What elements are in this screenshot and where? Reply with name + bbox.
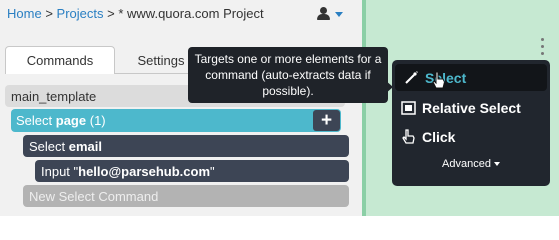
breadcrumb: Home > Projects > * www.quora.com Projec… bbox=[7, 6, 264, 21]
new-select-label: New Select Command bbox=[29, 188, 159, 204]
left-panel: Home > Projects > * www.quora.com Projec… bbox=[0, 0, 362, 216]
wand-icon bbox=[403, 70, 419, 86]
tab-settings[interactable]: Settings bbox=[128, 46, 194, 74]
app-window: Home > Projects > * www.quora.com Projec… bbox=[0, 0, 559, 216]
tooltip-text: Targets one or more elements for a comma… bbox=[194, 52, 382, 98]
menu-item-relative-select[interactable]: Relative Select bbox=[392, 94, 550, 121]
cursor-hand-icon bbox=[432, 71, 446, 89]
user-icon-body bbox=[317, 14, 330, 20]
tab-commands[interactable]: Commands bbox=[5, 46, 115, 74]
advanced-label: Advanced bbox=[442, 158, 491, 170]
breadcrumb-separator: > bbox=[45, 6, 53, 21]
tooltip: Targets one or more elements for a comma… bbox=[188, 47, 388, 103]
chevron-down-icon bbox=[335, 12, 343, 17]
breadcrumb-projects-link[interactable]: Projects bbox=[57, 6, 104, 21]
menu-item-label: Relative Select bbox=[422, 99, 521, 116]
chevron-down-icon bbox=[493, 162, 500, 167]
command-menu: Select Relative Select Click Advanced bbox=[392, 60, 550, 186]
select-email-command[interactable]: Select email bbox=[23, 135, 349, 157]
command-verb: Select bbox=[16, 113, 53, 128]
user-icon bbox=[320, 7, 327, 14]
quote-close: " bbox=[210, 163, 215, 179]
new-select-command[interactable]: New Select Command bbox=[23, 185, 349, 207]
add-command-button[interactable]: + bbox=[313, 110, 340, 131]
command-verb: Input " bbox=[41, 163, 79, 179]
select-page-command[interactable]: Select page (1) bbox=[11, 109, 341, 132]
command-count: (1) bbox=[89, 113, 106, 128]
command-target: email bbox=[68, 138, 103, 154]
resize-handle-icon[interactable] bbox=[541, 38, 545, 56]
breadcrumb-home-link[interactable]: Home bbox=[7, 6, 42, 21]
menu-item-label: Click bbox=[422, 128, 456, 145]
breadcrumb-current-project: * www.quora.com Project bbox=[118, 6, 264, 21]
template-name: main_template bbox=[11, 88, 97, 104]
advanced-menu-toggle[interactable]: Advanced bbox=[392, 158, 550, 170]
command-target: page bbox=[55, 113, 87, 128]
relative-select-icon bbox=[400, 100, 416, 116]
input-command[interactable]: Input " hello@parsehub.com " bbox=[35, 160, 349, 182]
hand-pointer-icon bbox=[400, 129, 416, 145]
input-value: hello@parsehub.com bbox=[78, 163, 211, 179]
menu-item-click[interactable]: Click bbox=[392, 123, 550, 150]
user-menu-button[interactable] bbox=[316, 7, 346, 23]
command-verb: Select bbox=[29, 138, 66, 154]
menu-item-select[interactable]: Select bbox=[395, 64, 547, 91]
breadcrumb-separator: > bbox=[107, 6, 115, 21]
